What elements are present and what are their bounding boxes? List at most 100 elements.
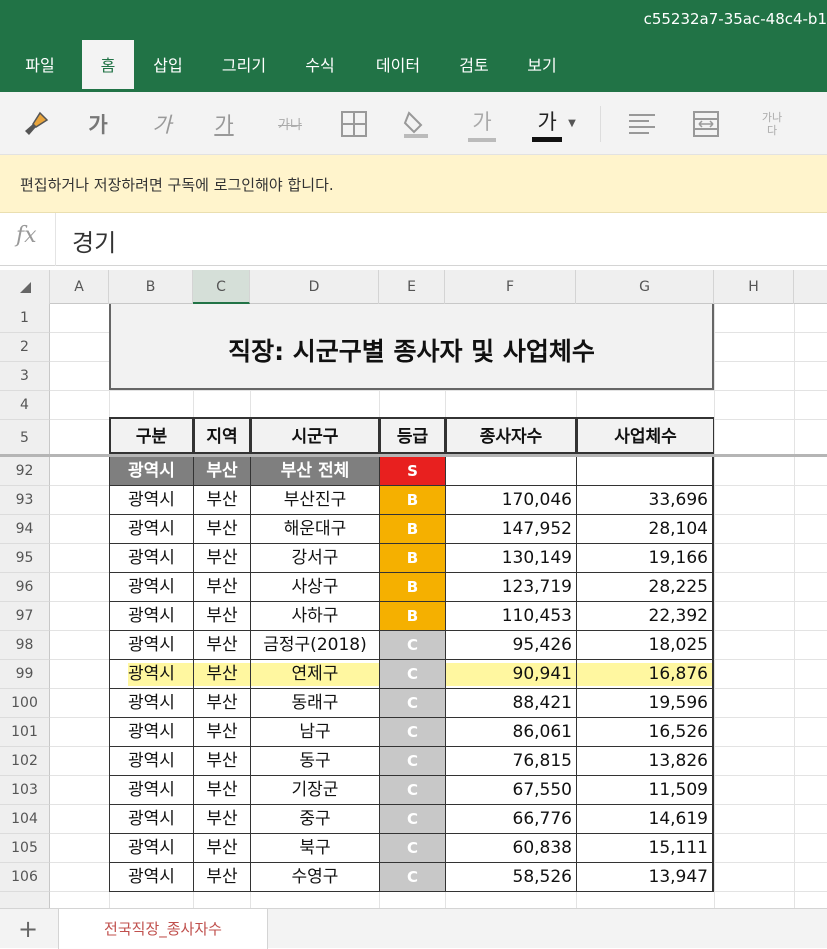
tab-1[interactable]: 홈 bbox=[82, 40, 134, 92]
row-header[interactable]: 95 bbox=[0, 544, 50, 573]
cell-district[interactable]: 금정구(2018) bbox=[250, 631, 379, 660]
cell-district[interactable]: 부산진구 bbox=[250, 486, 379, 515]
cell-region[interactable]: 부산 bbox=[193, 457, 250, 486]
cell-workers[interactable]: 58,526 bbox=[445, 863, 576, 892]
row-header[interactable]: 92 bbox=[0, 457, 50, 486]
tab-2[interactable]: 삽입 bbox=[140, 40, 196, 92]
cell-district[interactable]: 중구 bbox=[250, 805, 379, 834]
cell-type[interactable]: 광역시 bbox=[109, 544, 193, 573]
column-header-c[interactable]: C bbox=[193, 270, 250, 304]
tab-4[interactable]: 수식 bbox=[292, 40, 348, 92]
cell-district[interactable]: 사하구 bbox=[250, 602, 379, 631]
cell-type[interactable]: 광역시 bbox=[109, 718, 193, 747]
underline-button[interactable]: 가 bbox=[204, 92, 244, 155]
cell-businesses[interactable]: 15,111 bbox=[576, 834, 714, 863]
cell-businesses[interactable]: 33,696 bbox=[576, 486, 714, 515]
cell-workers[interactable]: 67,550 bbox=[445, 776, 576, 805]
cell-type[interactable]: 광역시 bbox=[109, 834, 193, 863]
cell-grade-badge[interactable]: C bbox=[379, 863, 445, 892]
cell-type[interactable]: 광역시 bbox=[109, 486, 193, 515]
row-header[interactable]: 4 bbox=[0, 391, 50, 420]
cell-type[interactable]: 광역시 bbox=[109, 776, 193, 805]
column-header-a[interactable]: A bbox=[50, 270, 109, 304]
column-header-h[interactable]: H bbox=[714, 270, 794, 304]
cell-businesses[interactable]: 19,166 bbox=[576, 544, 714, 573]
row-header[interactable]: 2 bbox=[0, 333, 50, 362]
italic-button[interactable]: 가 bbox=[142, 92, 182, 155]
cell-businesses[interactable]: 13,947 bbox=[576, 863, 714, 892]
cell-type[interactable]: 광역시 bbox=[109, 805, 193, 834]
row-header[interactable]: 3 bbox=[0, 362, 50, 391]
row-header[interactable]: 98 bbox=[0, 631, 50, 660]
cell-workers[interactable]: 95,426 bbox=[445, 631, 576, 660]
column-header-g[interactable]: G bbox=[576, 270, 714, 304]
borders-icon[interactable] bbox=[334, 92, 374, 155]
cell-grade-badge[interactable]: C bbox=[379, 776, 445, 805]
cell-district[interactable]: 연제구 bbox=[250, 660, 379, 689]
cell-region[interactable]: 부산 bbox=[193, 573, 250, 602]
row-header[interactable]: 106 bbox=[0, 863, 50, 892]
cell-businesses[interactable] bbox=[576, 457, 714, 486]
cell-district[interactable]: 해운대구 bbox=[250, 515, 379, 544]
cell-grade-badge[interactable]: C bbox=[379, 631, 445, 660]
cell-region[interactable]: 부산 bbox=[193, 776, 250, 805]
cell-district[interactable]: 남구 bbox=[250, 718, 379, 747]
paintbrush-icon[interactable] bbox=[14, 92, 58, 155]
row-header[interactable]: 103 bbox=[0, 776, 50, 805]
cell-region[interactable]: 부산 bbox=[193, 863, 250, 892]
cell-type[interactable]: 광역시 bbox=[109, 602, 193, 631]
cell-district[interactable]: 북구 bbox=[250, 834, 379, 863]
formula-input[interactable]: 경기 bbox=[72, 223, 116, 258]
tab-7[interactable]: 보기 bbox=[514, 40, 570, 92]
cell-businesses[interactable]: 28,225 bbox=[576, 573, 714, 602]
cell-workers[interactable]: 170,046 bbox=[445, 486, 576, 515]
column-header-d[interactable]: D bbox=[250, 270, 379, 304]
cell-region[interactable]: 부산 bbox=[193, 602, 250, 631]
cell-grade-badge[interactable]: C bbox=[379, 660, 445, 689]
row-header[interactable]: 5 bbox=[0, 420, 50, 456]
cell-businesses[interactable]: 13,826 bbox=[576, 747, 714, 776]
cell-region[interactable]: 부산 bbox=[193, 660, 250, 689]
cell-grade-badge[interactable]: C bbox=[379, 834, 445, 863]
row-header[interactable]: 96 bbox=[0, 573, 50, 602]
cell-region[interactable]: 부산 bbox=[193, 689, 250, 718]
column-header-b[interactable]: B bbox=[109, 270, 193, 304]
cell-district[interactable]: 수영구 bbox=[250, 863, 379, 892]
cell-region[interactable]: 부산 bbox=[193, 805, 250, 834]
cell-type[interactable]: 광역시 bbox=[109, 689, 193, 718]
cell-workers[interactable]: 76,815 bbox=[445, 747, 576, 776]
tab-5[interactable]: 데이터 bbox=[360, 40, 436, 92]
merge-icon[interactable] bbox=[686, 92, 726, 155]
column-header-e[interactable]: E bbox=[379, 270, 445, 304]
cell-workers[interactable]: 147,952 bbox=[445, 515, 576, 544]
cell-workers[interactable]: 86,061 bbox=[445, 718, 576, 747]
cell-region[interactable]: 부산 bbox=[193, 486, 250, 515]
row-header[interactable]: 102 bbox=[0, 747, 50, 776]
cell-businesses[interactable]: 22,392 bbox=[576, 602, 714, 631]
cell-workers[interactable]: 123,719 bbox=[445, 573, 576, 602]
cell-workers[interactable]: 130,149 bbox=[445, 544, 576, 573]
cell-type[interactable]: 광역시 bbox=[109, 660, 193, 689]
cell-businesses[interactable]: 14,619 bbox=[576, 805, 714, 834]
cell-type[interactable]: 광역시 bbox=[109, 457, 193, 486]
row-header[interactable]: 99 bbox=[0, 660, 50, 689]
bold-button[interactable]: 가 bbox=[78, 92, 118, 155]
row-header[interactable]: 100 bbox=[0, 689, 50, 718]
row-header[interactable]: 101 bbox=[0, 718, 50, 747]
tab-3[interactable]: 그리기 bbox=[206, 40, 282, 92]
strikethrough-button[interactable]: 가나 bbox=[268, 92, 312, 155]
cell-businesses[interactable]: 28,104 bbox=[576, 515, 714, 544]
row-header[interactable]: 105 bbox=[0, 834, 50, 863]
cell-grade-badge[interactable]: S bbox=[379, 457, 445, 486]
cell-grade-badge[interactable]: B bbox=[379, 544, 445, 573]
tab-0[interactable]: 파일 bbox=[10, 40, 70, 92]
column-header-f[interactable]: F bbox=[445, 270, 576, 304]
cell-region[interactable]: 부산 bbox=[193, 544, 250, 573]
cell-district[interactable]: 부산 전체 bbox=[250, 457, 379, 486]
font-color-light-button[interactable]: 가 bbox=[462, 92, 502, 155]
row-header[interactable]: 1 bbox=[0, 304, 50, 333]
sheet-tab-active[interactable]: 전국직장_종사자수 bbox=[58, 909, 268, 949]
wrap-text-button[interactable]: 가나 다 bbox=[750, 92, 794, 155]
cell-type[interactable]: 광역시 bbox=[109, 573, 193, 602]
cell-workers[interactable]: 88,421 bbox=[445, 689, 576, 718]
